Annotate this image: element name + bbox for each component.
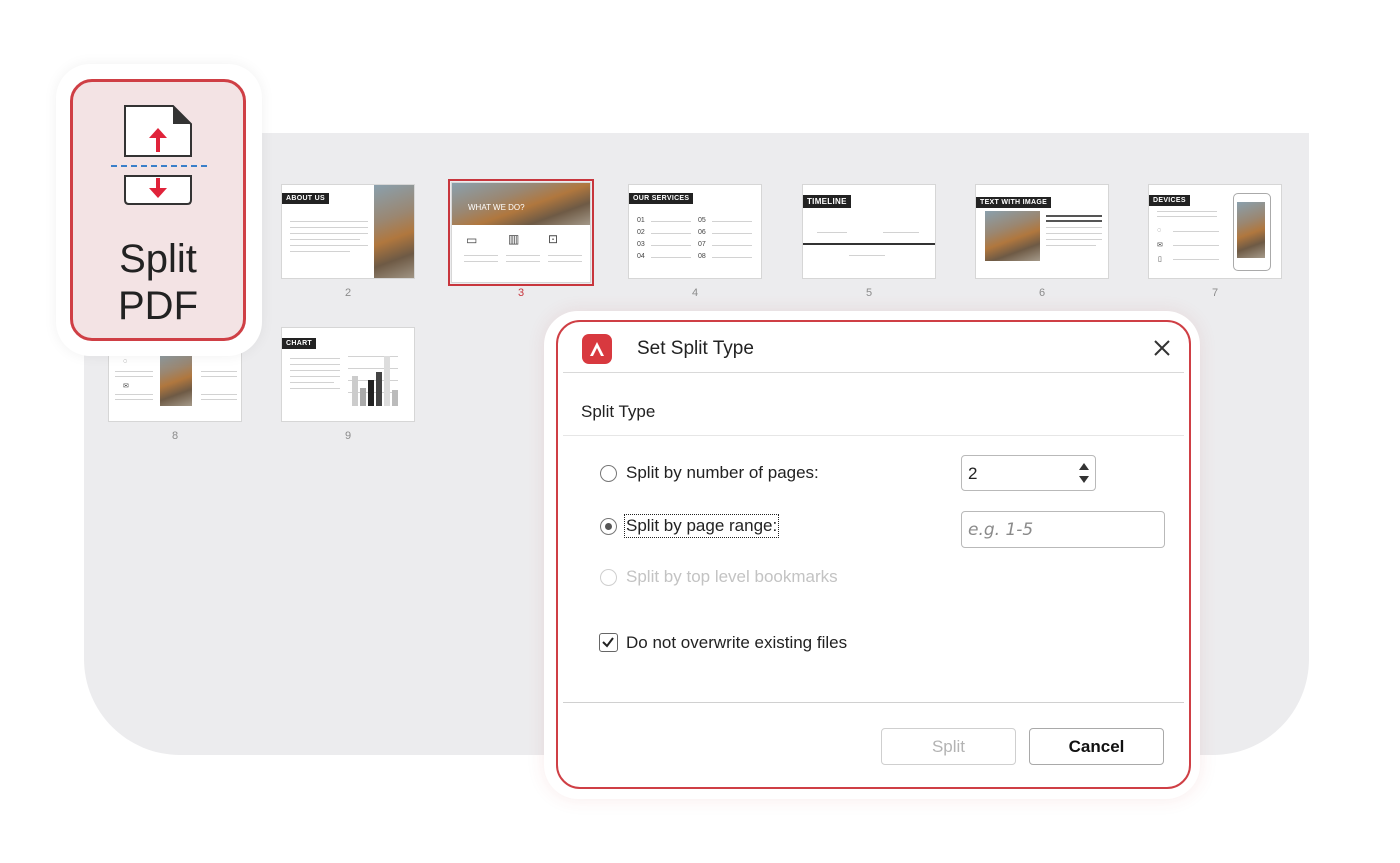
- page-number: 2: [344, 287, 352, 299]
- split-by-pages-label[interactable]: Split by number of pages:: [626, 463, 819, 483]
- page-thumbnail-6[interactable]: TEXT WITH IMAGE: [975, 184, 1109, 279]
- thumbnail-title: TIMELINE: [803, 195, 851, 208]
- page-thumbnail-3[interactable]: WHAT WE DO? ▭ ▥ ⊡: [448, 179, 594, 286]
- chart-bar: [392, 390, 398, 406]
- split-by-range-label[interactable]: Split by page range:: [623, 514, 780, 538]
- pages-count-value: 2: [968, 464, 978, 483]
- page-range-input[interactable]: [961, 511, 1165, 548]
- close-icon[interactable]: [1150, 336, 1174, 360]
- split-by-bookmarks-radio: [600, 569, 617, 586]
- thumbnail-title: WHAT WE DO?: [468, 203, 525, 212]
- footer-divider: [563, 702, 1184, 703]
- spin-up-icon[interactable]: [1077, 460, 1091, 472]
- thumbnail-title: CHART: [282, 338, 316, 349]
- tool-label-line2: PDF: [118, 284, 198, 328]
- thumbnail-photo: [985, 211, 1040, 261]
- mail-icon: ✉: [1157, 242, 1163, 249]
- page-thumbnail-9[interactable]: CHART: [281, 327, 415, 422]
- page-number: 6: [1038, 287, 1046, 299]
- chart-bar: [360, 388, 366, 406]
- app-logo-icon: [582, 334, 612, 364]
- page-thumbnail-4[interactable]: OUR SERVICES 01 05 02 06 03 07 04 08: [628, 184, 762, 279]
- chart-bar: [384, 356, 390, 406]
- section-title: Split Type: [581, 402, 656, 421]
- set-split-type-dialog: Set Split Type Split Type Split by numbe…: [556, 320, 1191, 789]
- split-pdf-tool-button[interactable]: Split PDF: [70, 79, 246, 341]
- chart-bar: [352, 376, 358, 406]
- split-by-pages-radio[interactable]: [600, 465, 617, 482]
- split-pdf-icon: [111, 105, 211, 205]
- page-thumbnail-5[interactable]: TIMELINE: [802, 184, 936, 279]
- no-overwrite-checkbox[interactable]: [599, 633, 618, 652]
- split-by-range-radio[interactable]: [600, 518, 617, 535]
- thumbnail-title: ABOUT US: [282, 193, 329, 204]
- chart-bar: [368, 380, 374, 406]
- cancel-button[interactable]: Cancel: [1029, 728, 1164, 765]
- page-number: 8: [171, 430, 179, 442]
- page-thumbnail-2[interactable]: ABOUT US: [281, 184, 415, 279]
- bike-icon: ◌: [1157, 227, 1162, 234]
- no-overwrite-label[interactable]: Do not overwrite existing files: [626, 633, 847, 653]
- pages-count-stepper[interactable]: 2: [961, 455, 1096, 491]
- title-divider: [563, 372, 1184, 373]
- dialog-title: Set Split Type: [637, 338, 754, 359]
- thumbnail-photo: [374, 185, 414, 278]
- page-number: 4: [691, 287, 699, 299]
- page-number: 3: [517, 287, 525, 299]
- split-button[interactable]: Split: [881, 728, 1016, 765]
- tool-label-line1: Split: [119, 237, 197, 281]
- page-number: 5: [865, 287, 873, 299]
- spin-down-icon[interactable]: [1077, 474, 1091, 486]
- check-icon: [602, 637, 614, 648]
- chart-icon: ▥: [508, 232, 520, 246]
- page-number: 9: [344, 430, 352, 442]
- thumbnail-title: DEVICES: [1149, 195, 1190, 206]
- card-icon: ▭: [466, 233, 478, 247]
- screen-icon: ⊡: [548, 232, 559, 246]
- page-thumbnail-7[interactable]: DEVICES ◌ ✉ ▯: [1148, 184, 1282, 279]
- thumbnail-photo: [160, 350, 192, 406]
- thumbnail-photo: [1237, 202, 1265, 258]
- phone-icon: ▯: [1158, 256, 1162, 263]
- thumbnail-title: TEXT WITH IMAGE: [976, 197, 1052, 208]
- section-divider: [563, 435, 1184, 436]
- thumbnail-title: OUR SERVICES: [629, 193, 694, 204]
- bike-icon: ◌: [123, 358, 128, 365]
- chart-bar: [376, 372, 382, 406]
- split-by-bookmarks-label: Split by top level bookmarks: [626, 567, 838, 586]
- page-number: 7: [1211, 287, 1219, 299]
- mail-icon: ✉: [123, 383, 129, 390]
